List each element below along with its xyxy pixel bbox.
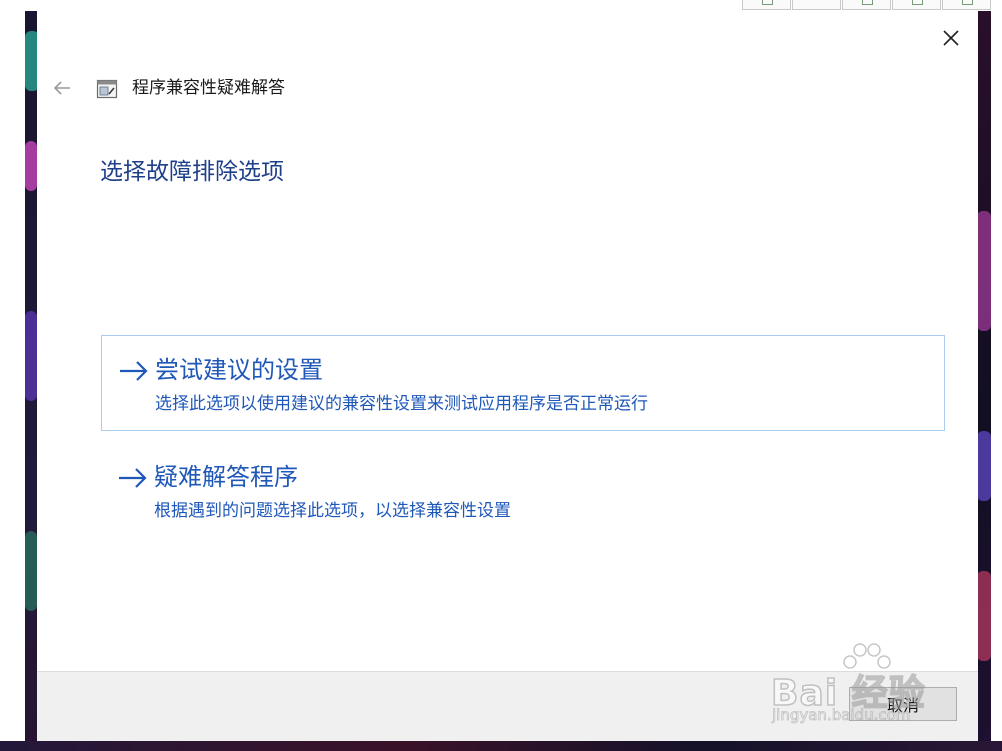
window-icon [962,0,973,5]
taskbar-fragment [742,0,1002,11]
taskbar-button[interactable] [742,0,791,10]
compatibility-troubleshooter-icon [96,79,118,99]
window-icon [862,0,873,5]
taskbar-button[interactable] [842,0,891,10]
taskbar-button[interactable] [942,0,991,10]
watermark-url: jingyan.baidu.com [772,706,911,725]
option-title: 疑难解答程序 [154,463,298,491]
option-troubleshoot-program[interactable]: 疑难解答程序 根据遇到的问题选择此选项，以选择兼容性设置 [101,443,945,539]
option-description: 选择此选项以使用建议的兼容性设置来测试应用程序是否正常运行 [155,394,648,414]
close-icon [943,30,959,46]
window-icon [912,0,923,5]
arrow-right-icon [119,468,147,488]
taskbar-button[interactable] [792,0,841,10]
option-try-recommended-settings[interactable]: 尝试建议的设置 选择此选项以使用建议的兼容性设置来测试应用程序是否正常运行 [101,335,945,431]
taskbar-button[interactable] [892,0,941,10]
troubleshooter-dialog: 程序兼容性疑难解答 选择故障排除选项 尝试建议的设置 选择此选项以使用建议的兼容… [37,11,978,741]
back-button[interactable] [51,77,73,99]
window-icon [762,0,773,5]
arrow-right-icon [120,361,148,381]
option-title: 尝试建议的设置 [155,356,323,384]
close-button[interactable] [938,25,964,51]
baidu-jingyan-watermark: Bai 经验 jingyan.baidu.com [766,640,966,740]
screen-bottom-strip [0,741,1002,751]
page-heading: 选择故障排除选项 [100,159,284,185]
option-description: 根据遇到的问题选择此选项，以选择兼容性设置 [154,501,511,521]
window-title: 程序兼容性疑难解答 [132,78,285,98]
back-arrow-icon [53,81,70,95]
